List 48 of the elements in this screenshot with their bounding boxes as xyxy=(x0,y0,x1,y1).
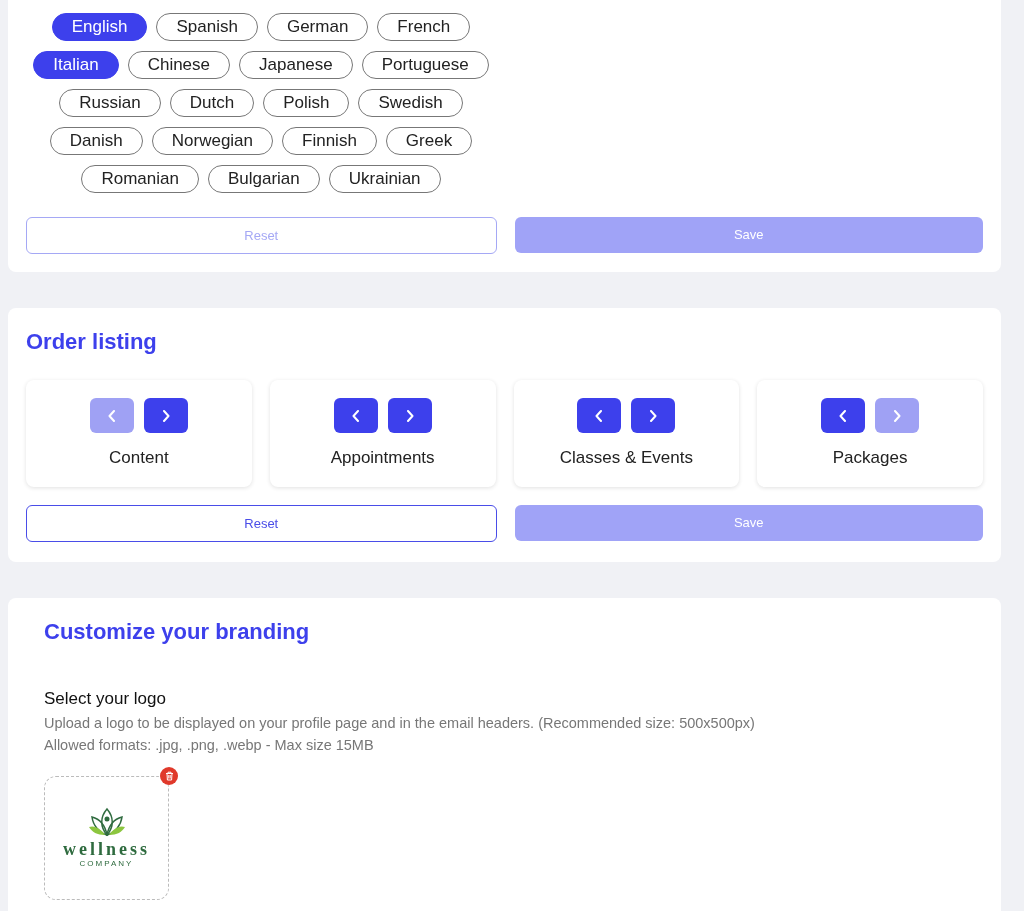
language-chip[interactable]: Russian xyxy=(59,89,161,117)
language-chip[interactable]: Japanese xyxy=(239,51,353,79)
chevron-right-icon xyxy=(161,409,170,422)
order-label: Packages xyxy=(832,447,908,469)
previous-button[interactable] xyxy=(333,398,378,433)
chevron-right-icon xyxy=(405,409,414,422)
language-chip[interactable]: Spanish xyxy=(156,13,258,41)
order-label: Appointments xyxy=(330,447,435,469)
logo-wordmark: wellness xyxy=(63,838,150,859)
language-chip[interactable]: Portuguese xyxy=(361,51,489,79)
language-chip[interactable]: Norwegian xyxy=(151,127,274,155)
previous-button[interactable] xyxy=(821,398,866,433)
chevron-left-icon xyxy=(351,409,360,422)
order-label: Classes & Events xyxy=(559,447,693,469)
field-label: Select your logo xyxy=(44,688,167,710)
chevron-left-icon xyxy=(595,409,604,422)
lotus-leaves-icon xyxy=(86,806,127,839)
language-chip[interactable]: Swedish xyxy=(358,89,463,117)
language-chip[interactable]: Danish xyxy=(49,127,143,155)
chevron-right-icon xyxy=(649,409,658,422)
chevron-left-icon xyxy=(107,409,116,422)
order-label: Content xyxy=(109,447,169,469)
chevron-right-icon xyxy=(893,409,902,422)
language-chip[interactable]: English xyxy=(51,13,148,41)
language-chip[interactable]: French xyxy=(377,13,471,41)
help-text: Upload a logo to be displayed on your profile page and in the email headers. (Recommended size: 500x500px) xyxy=(44,713,756,733)
section-title: Order listing xyxy=(26,328,158,356)
language-chip[interactable]: Dutch xyxy=(169,89,255,117)
help-text: Allowed formats: .jpg, .png, .webp - Max size 15MB xyxy=(44,735,375,755)
section-title: Customize your branding xyxy=(44,618,311,646)
chevron-left-icon xyxy=(839,409,848,422)
next-button[interactable] xyxy=(387,398,432,433)
language-chip[interactable]: Italian xyxy=(33,51,119,79)
trash-icon xyxy=(164,770,174,781)
next-button[interactable] xyxy=(631,398,676,433)
next-button[interactable] xyxy=(143,398,188,433)
reset-button[interactable]: Reset xyxy=(26,505,497,542)
logo-tagline: COMPANY xyxy=(79,858,134,869)
delete-button[interactable] xyxy=(160,766,178,785)
previous-button[interactable] xyxy=(577,398,622,433)
language-chip[interactable]: Chinese xyxy=(127,51,231,79)
language-chip[interactable]: German xyxy=(266,13,369,41)
language-chip[interactable]: Ukrainian xyxy=(328,165,441,193)
language-chip[interactable]: Finnish xyxy=(282,127,377,155)
language-chip[interactable]: Bulgarian xyxy=(207,165,320,193)
language-chip[interactable]: Polish xyxy=(263,89,350,117)
language-chip[interactable]: Romanian xyxy=(81,165,199,193)
language-chip[interactable]: Greek xyxy=(385,127,473,155)
